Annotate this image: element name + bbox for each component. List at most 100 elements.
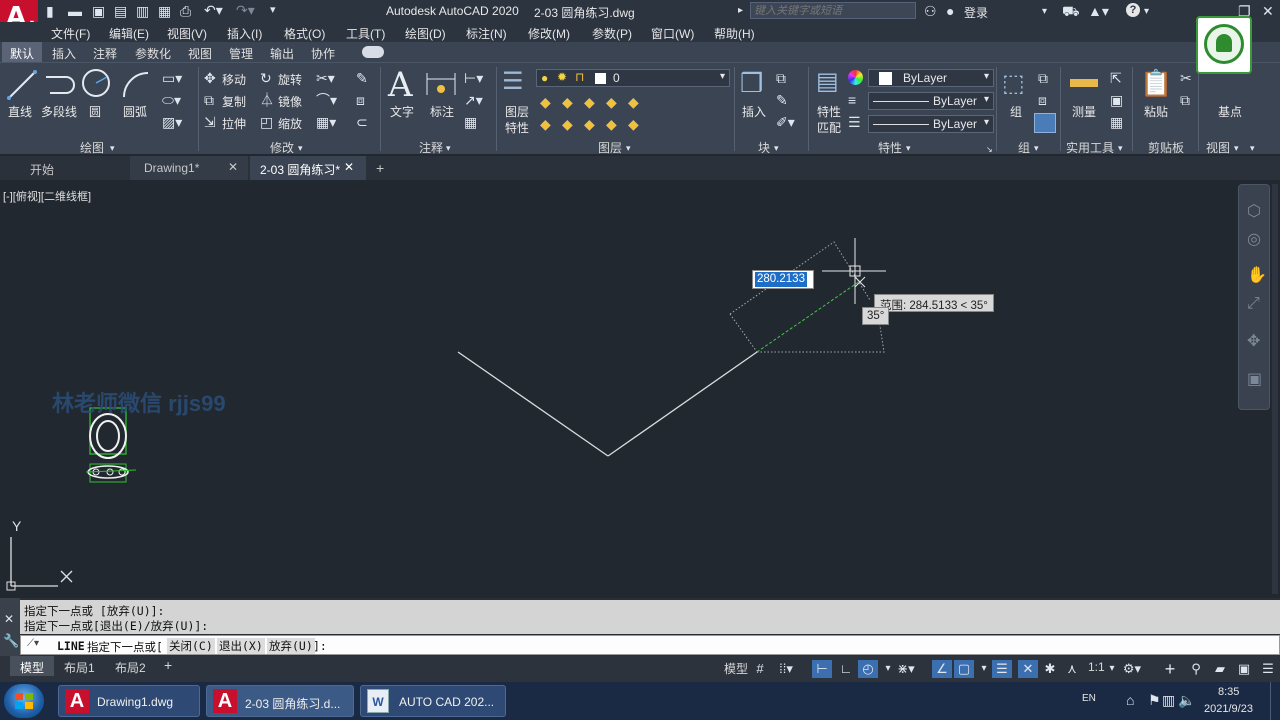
calculator-icon[interactable]: ▦ <box>1110 115 1123 129</box>
tab-output[interactable]: 输出 <box>270 45 294 62</box>
view-panel-title[interactable]: 视图 <box>1206 139 1230 156</box>
layout-tab-1[interactable]: 布局1 <box>64 659 95 676</box>
polar-tracking-icon[interactable]: ◴ <box>858 660 878 678</box>
stretch-button[interactable]: 拉伸 <box>222 115 246 132</box>
select-all-icon[interactable]: ▣ <box>1110 93 1123 107</box>
modify-panel-expand-icon[interactable]: ▾ <box>298 141 303 155</box>
scale-icon[interactable]: ◰ <box>260 115 273 129</box>
copy-icon[interactable]: ⧉ <box>204 93 214 107</box>
quick-select-icon[interactable]: ⇱ <box>1110 71 1122 85</box>
tray-network-icon[interactable]: ▥ <box>1162 693 1175 707</box>
line-icon[interactable] <box>6 69 38 101</box>
drawing-canvas[interactable]: [-][俯视][二维线框] Y 林老师微信 rjjs99 280.2133 28… <box>0 180 1280 598</box>
isodraft-icon[interactable]: ⋇▾ <box>896 660 916 678</box>
attribute-icon[interactable]: ✐▾ <box>776 115 795 129</box>
arc-icon[interactable] <box>120 69 152 101</box>
doc-tab-drawing1[interactable]: Drawing1* ✕ <box>130 156 248 180</box>
mirror-icon[interactable]: ⏃ <box>260 93 274 107</box>
menu-dimension[interactable]: 标注(N) <box>466 25 507 42</box>
annotation-scale-icon[interactable]: ⋏ <box>1062 660 1082 678</box>
menu-insert[interactable]: 插入(I) <box>227 25 262 42</box>
layer-properties-label-2[interactable]: 特性 <box>505 119 529 136</box>
table-icon[interactable]: ▦ <box>464 115 477 129</box>
menu-view[interactable]: 视图(V) <box>167 25 207 42</box>
match-properties-label-1[interactable]: 特性 <box>817 103 841 120</box>
layer-dropdown[interactable]: ● ✹ ⊓ 0 ▾ <box>536 69 730 87</box>
color-dropdown[interactable]: ByLayer ▾ <box>868 69 994 87</box>
menu-tools[interactable]: 工具(T) <box>346 25 385 42</box>
linear-dim-icon[interactable]: ⊢▾ <box>464 71 483 85</box>
layout-tab-2[interactable]: 布局2 <box>115 659 146 676</box>
layer-tool-1-icon[interactable]: ◆ <box>540 95 551 109</box>
search-input[interactable] <box>750 2 916 19</box>
selection-cycling-icon[interactable]: ✕ <box>1018 660 1038 678</box>
erase-icon[interactable]: ✎ <box>356 71 368 85</box>
tab-home[interactable]: 默认 <box>2 42 43 62</box>
ellipse-icon[interactable]: ⬭▾ <box>162 93 181 107</box>
object-snap-icon[interactable]: ▢ <box>954 660 974 678</box>
quick-access-more-icon[interactable]: ▾ <box>270 3 276 17</box>
polyline-icon[interactable] <box>44 71 76 99</box>
layer-tool-8-icon[interactable]: ◆ <box>584 117 595 131</box>
view-panel-expand-icon[interactable]: ▾ <box>1234 141 1239 155</box>
help-icon[interactable]: ? <box>1126 3 1140 17</box>
pan-icon[interactable]: ✋ <box>1247 268 1267 284</box>
linetype-icon[interactable]: ☰ <box>848 115 861 129</box>
utilities-panel-expand-icon[interactable]: ▾ <box>1118 141 1123 155</box>
web-mobile-icon[interactable]: ▥ <box>136 4 149 18</box>
binoculars-icon[interactable]: ⚇ <box>924 4 937 18</box>
match-properties-icon[interactable]: ▤ <box>816 69 839 95</box>
option-exit[interactable]: 退出(X) <box>217 638 265 654</box>
block-panel-expand-icon[interactable]: ▾ <box>774 141 779 155</box>
customize-icon[interactable]: ☰ <box>1258 660 1278 678</box>
group-icon[interactable]: ⬚ <box>1002 71 1025 97</box>
tab-insert[interactable]: 插入 <box>52 45 76 62</box>
layer-tool-4-icon[interactable]: ◆ <box>606 95 617 109</box>
layer-tool-9-icon[interactable]: ◆ <box>606 117 617 131</box>
layer-properties-label-1[interactable]: 图层 <box>505 103 529 120</box>
measure-button-label[interactable]: 测量 <box>1072 103 1096 120</box>
clock-date[interactable]: 2021/9/23 <box>1204 703 1253 715</box>
tray-usb-icon[interactable]: ⌂ <box>1126 693 1134 707</box>
mirror-button[interactable]: 镜像 <box>278 93 302 110</box>
clean-screen-icon[interactable]: ▣ <box>1234 660 1254 678</box>
command-input-line[interactable]: ⟋▾ LINE 指定下一点或[ 关闭(C) 退出(X) 放弃(U) ]: <box>20 635 1280 655</box>
login-link[interactable]: 登录 <box>964 4 988 21</box>
add-layout-icon[interactable]: + <box>164 657 172 673</box>
search-expand-icon[interactable]: ▸ <box>738 4 743 18</box>
lineweight-toggle-icon[interactable]: ☰ <box>992 660 1012 678</box>
help-dropdown-icon[interactable]: ▾ <box>1144 5 1149 19</box>
snap-mode-icon[interactable]: ⁞⁞▾ <box>776 660 796 678</box>
option-undo[interactable]: 放弃(U) <box>267 638 315 654</box>
zoom-extents-icon[interactable]: ⤢ <box>1247 296 1260 312</box>
user-icon[interactable]: ● <box>946 4 954 18</box>
start-button-icon[interactable] <box>4 684 44 718</box>
close-icon[interactable]: ✕ <box>228 160 238 174</box>
undo-icon[interactable]: ↶▾ <box>204 3 223 17</box>
paste-button-label[interactable]: 粘贴 <box>1144 103 1168 120</box>
arc-button-label[interactable]: 圆弧 <box>123 103 147 120</box>
copy-button[interactable]: 复制 <box>222 93 246 110</box>
close-icon[interactable]: ✕ <box>4 612 14 626</box>
line-button-label[interactable]: 直线 <box>8 103 32 120</box>
polar-dropdown-icon[interactable]: ▾ <box>878 660 898 678</box>
rotate-icon[interactable]: ↻ <box>260 71 272 85</box>
annotation-visibility-icon[interactable]: ✱ <box>1040 660 1060 678</box>
layers-panel-expand-icon[interactable]: ▾ <box>626 141 631 155</box>
scale-button[interactable]: 缩放 <box>278 115 302 132</box>
cut-icon[interactable]: ✂ <box>1180 71 1192 85</box>
cart-icon[interactable]: ⛟ <box>1062 4 1080 18</box>
vertical-scrollbar[interactable] <box>1272 184 1278 594</box>
tab-annotate[interactable]: 注释 <box>93 45 117 62</box>
open-folder-icon[interactable]: ▬ <box>68 4 82 18</box>
menu-format[interactable]: 格式(O) <box>284 25 325 42</box>
orbit-icon[interactable]: ✥ <box>1247 334 1260 350</box>
full-wheel-icon[interactable]: ◎ <box>1247 232 1261 248</box>
workspace-gear-icon[interactable]: ⚙▾ <box>1122 660 1142 678</box>
grid-icon[interactable]: # <box>750 660 770 678</box>
doc-tab-current[interactable]: 2-03 圆角练习* ✕ <box>250 156 366 180</box>
layers-panel-title[interactable]: 图层 <box>598 139 622 156</box>
menu-draw[interactable]: 绘图(D) <box>405 25 446 42</box>
properties-launcher-icon[interactable]: ↘ <box>986 143 993 157</box>
lineweight-icon[interactable]: ≡ <box>848 93 856 107</box>
